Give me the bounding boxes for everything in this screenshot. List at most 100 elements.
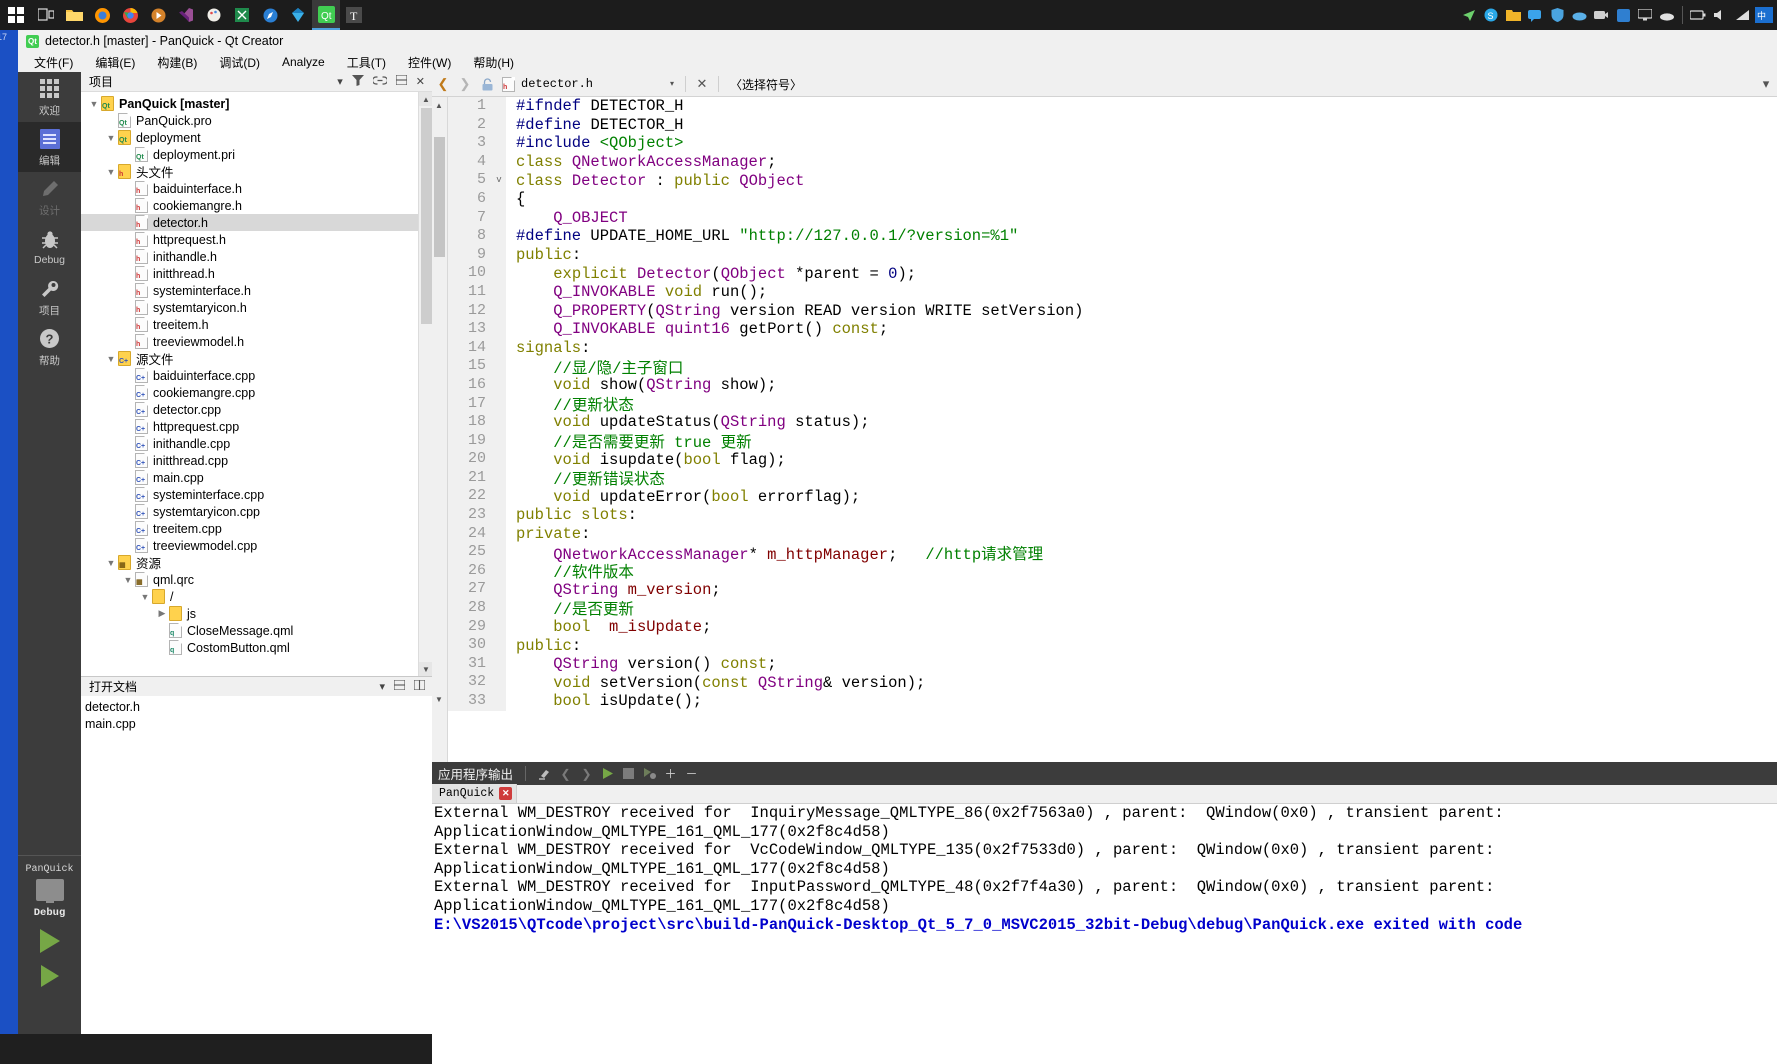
send-icon[interactable] [1458, 0, 1480, 30]
menu-debug[interactable]: 调试(D) [219, 54, 260, 71]
mode-projects[interactable]: 项目 [18, 272, 81, 322]
code-line[interactable]: 1 #ifndef DETECTOR_H [448, 97, 1777, 116]
mode-help[interactable]: ? 帮助 [18, 322, 81, 372]
fold-marker[interactable] [492, 152, 506, 172]
fold-marker[interactable] [492, 320, 506, 339]
lock-icon[interactable] [476, 72, 498, 97]
tree-item[interactable]: C+ systemtaryicon.cpp [81, 503, 418, 520]
debug-run-icon[interactable] [40, 965, 59, 987]
forward-arrow-icon[interactable]: ❯ [454, 72, 476, 97]
code-line[interactable]: 26 //软件版本 [448, 561, 1777, 582]
visual-studio-icon[interactable] [172, 0, 200, 30]
close-editor-icon[interactable]: ✕ [691, 72, 713, 97]
menu-edit[interactable]: 编辑(E) [95, 54, 135, 71]
tree-item[interactable]: h inithandle.h [81, 248, 418, 265]
tree-item[interactable]: ▶ js [81, 605, 418, 622]
tree-item[interactable]: C+ initthread.cpp [81, 452, 418, 469]
fold-marker[interactable] [492, 692, 506, 711]
code-line[interactable]: 13 Q_INVOKABLE quint16 getPort() const; [448, 320, 1777, 339]
close-icon[interactable]: ✕ [416, 75, 425, 88]
fold-marker[interactable] [492, 375, 506, 395]
open-document-item[interactable]: detector.h [81, 698, 432, 715]
stop-icon[interactable] [618, 762, 639, 785]
tree-item[interactable]: C+ treeviewmodel.cpp [81, 537, 418, 554]
fold-marker[interactable] [492, 394, 506, 414]
excel-green-icon[interactable] [228, 0, 256, 30]
code-line[interactable]: 25 QNetworkAccessManager* m_httpManager;… [448, 543, 1777, 564]
code-line[interactable]: 14 signals: [448, 338, 1777, 358]
fold-marker[interactable] [492, 561, 506, 581]
prev-icon[interactable]: ❮ [555, 762, 576, 785]
project-tree[interactable]: ▼ Qt PanQuick [master] Qt PanQuick.pro ▼ Qt dep… [81, 92, 418, 676]
code-line[interactable]: 20 void isupdate(bool flag); [448, 450, 1777, 469]
monitor-icon[interactable] [1634, 0, 1656, 30]
task-view-icon[interactable] [32, 0, 60, 30]
code-line[interactable]: 3 #include <QObject> [448, 134, 1777, 153]
code-line[interactable]: 15 //显/隐/主子窗口 [448, 357, 1777, 378]
start-windows-icon[interactable] [0, 0, 32, 30]
tree-item[interactable]: C+ systeminterface.cpp [81, 486, 418, 503]
fold-marker[interactable] [492, 189, 506, 209]
filter-icon[interactable] [351, 74, 364, 89]
network-icon[interactable] [1731, 0, 1753, 30]
paint-icon[interactable] [200, 0, 228, 30]
code-line[interactable]: 21 //更新错误状态 [448, 468, 1777, 489]
blue-app-icon[interactable] [1612, 0, 1634, 30]
run-icon[interactable] [597, 762, 618, 785]
menu-file[interactable]: 文件(F) [34, 54, 73, 71]
windows-taskbar[interactable]: Qt T S 中 [0, 0, 1777, 30]
chevron-down-icon[interactable]: ▾ [1755, 72, 1777, 97]
fold-marker[interactable] [492, 524, 506, 544]
close-icon[interactable] [413, 679, 426, 693]
tree-item[interactable]: q CloseMessage.qml [81, 622, 418, 639]
code-line[interactable]: 9 public: [448, 245, 1777, 265]
tree-item[interactable]: ▼ ▦ 资源 [81, 554, 418, 571]
qt-creator-taskbar-icon[interactable]: Qt [312, 0, 340, 30]
tree-item[interactable]: ▼ h 头文件 [81, 163, 418, 180]
open-documents-list[interactable]: detector.h main.cpp [81, 696, 432, 1034]
code-line[interactable]: 30 public: [448, 636, 1777, 655]
fold-marker[interactable] [492, 487, 506, 507]
code-line[interactable]: 2 #define DETECTOR_H [448, 115, 1777, 135]
code-line[interactable]: 6{ [448, 189, 1777, 209]
compass-edge-icon[interactable] [256, 0, 284, 30]
scroll-thumb[interactable] [421, 108, 432, 324]
code-line[interactable]: 23 public slots: [448, 506, 1777, 525]
tree-item[interactable]: q CostomButton.qml [81, 639, 418, 656]
split-icon[interactable] [393, 679, 406, 693]
tree-item[interactable]: h initthread.h [81, 265, 418, 282]
fold-marker[interactable] [492, 673, 506, 692]
fold-marker[interactable] [492, 599, 506, 618]
camera-icon[interactable] [1590, 0, 1612, 30]
tree-item[interactable]: C+ baiduinterface.cpp [81, 367, 418, 384]
tree-item[interactable]: ▼ / [81, 588, 418, 605]
code-line[interactable]: 27 QString m_version; [448, 580, 1777, 600]
fold-marker[interactable] [492, 338, 506, 358]
code-line[interactable]: 33 bool isUpdate(); [448, 692, 1777, 711]
clear-icon[interactable] [534, 762, 555, 785]
code-line[interactable]: 24 private: [448, 524, 1777, 544]
fold-marker[interactable] [492, 208, 506, 228]
cloud-icon[interactable] [1568, 0, 1590, 30]
next-icon[interactable]: ❯ [576, 762, 597, 785]
code-editor[interactable]: 1 #ifndef DETECTOR_H 2 #define DETECTOR_H 3 #… [448, 97, 1777, 762]
code-line[interactable]: 11 Q_INVOKABLE void run(); [448, 282, 1777, 302]
run-icon[interactable] [39, 929, 60, 953]
chevron-down-icon[interactable]: ▼ [138, 592, 152, 602]
fold-marker[interactable] [492, 431, 506, 451]
tree-item[interactable]: C+ treeitem.cpp [81, 520, 418, 537]
zoom-out-icon[interactable]: － [681, 762, 702, 785]
tree-item[interactable]: ▼ Qt PanQuick [master] [81, 95, 418, 112]
typora-icon[interactable]: T [340, 0, 368, 30]
editor-scroll-gutter[interactable]: ▲ ▼ [432, 97, 448, 762]
tree-item[interactable]: h cookiemangre.h [81, 197, 418, 214]
mode-welcome[interactable]: 欢迎 [18, 72, 81, 122]
scroll-up-arrow[interactable]: ▲ [435, 101, 443, 110]
tree-item[interactable]: C+ main.cpp [81, 469, 418, 486]
chevron-down-icon[interactable]: ▼ [104, 558, 118, 568]
menu-tools[interactable]: 工具(T) [347, 54, 386, 71]
output-tab-panquick[interactable]: PanQuick ✕ [432, 784, 518, 803]
tree-item[interactable]: h detector.h [81, 214, 418, 231]
volume-icon[interactable] [1709, 0, 1731, 30]
code-line[interactable]: 18 void updateStatus(QString status); [448, 413, 1777, 432]
